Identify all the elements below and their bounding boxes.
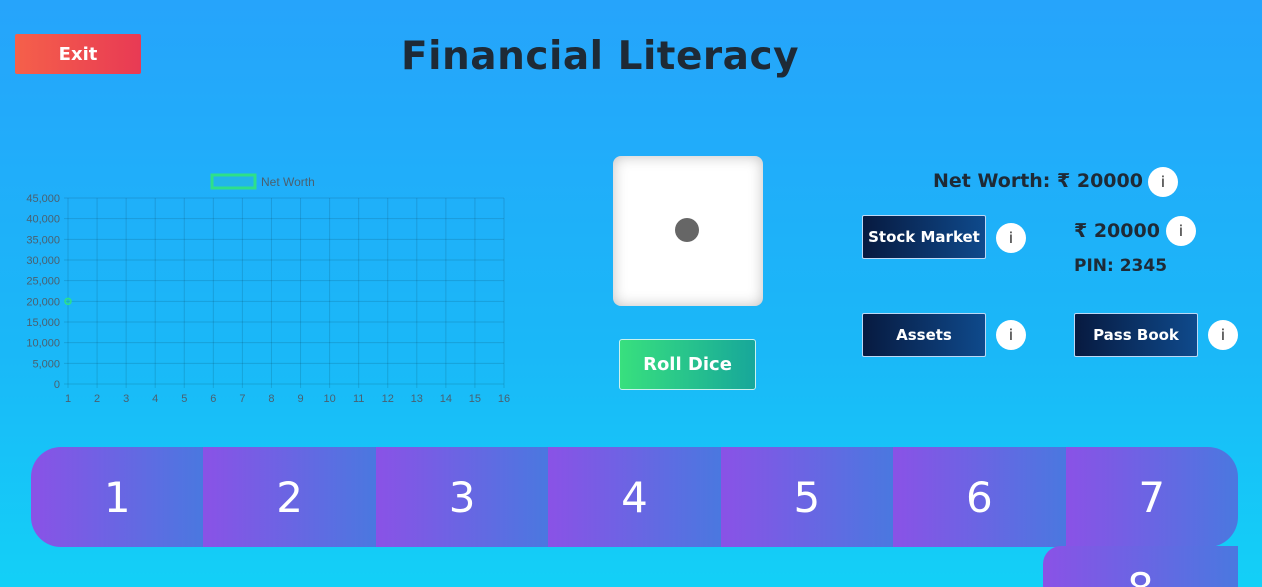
y-tick-label: 0	[54, 379, 60, 391]
y-tick-label: 45,000	[26, 193, 60, 205]
x-tick-label: 4	[152, 393, 158, 405]
dice	[613, 156, 763, 306]
x-tick-label: 8	[268, 393, 274, 405]
dice-pip	[675, 218, 699, 242]
y-tick-label: 10,000	[26, 338, 60, 350]
y-tick-label: 20,000	[26, 296, 60, 308]
pass-book-button[interactable]: Pass Book	[1074, 313, 1198, 357]
board-cell: 4	[548, 447, 721, 547]
board-cell: 2	[203, 447, 376, 547]
y-tick-label: 5,000	[32, 358, 60, 370]
data-point	[64, 297, 72, 306]
y-tick-label: 25,000	[26, 276, 60, 288]
x-tick-label: 7	[239, 393, 245, 405]
stock-balance: ₹ 20000	[1074, 220, 1160, 242]
board-cell: 7	[1065, 447, 1238, 547]
legend-label: Net Worth	[261, 175, 315, 189]
board-cell: 3	[375, 447, 549, 547]
stock-market-button[interactable]: Stock Market	[862, 215, 986, 259]
y-tick-label: 30,000	[26, 255, 60, 267]
x-tick-label: 9	[297, 393, 303, 405]
board-cell: 6	[893, 447, 1066, 547]
pin-value: PIN: 2345	[1074, 256, 1168, 276]
page-title: Financial Literacy	[400, 34, 799, 79]
x-tick-label: 3	[123, 393, 129, 405]
x-tick-label: 16	[498, 393, 510, 405]
legend-swatch	[210, 173, 257, 190]
x-tick-label: 12	[382, 393, 394, 405]
net-worth-chart: 0 5,000 10,000 15,000 20,000 25,000 30,000 35,0…	[26, 173, 510, 405]
pass-book-info-button[interactable]: i	[1208, 320, 1238, 350]
board-cell: 1	[31, 447, 204, 547]
roll-dice-button[interactable]: Roll Dice	[619, 339, 756, 390]
y-tick-label: 15,000	[26, 317, 60, 329]
net-worth-value: Net Worth: ₹ 20000	[933, 170, 1143, 192]
x-tick-label: 11	[353, 393, 364, 405]
x-tick-label: 6	[210, 393, 216, 405]
x-tick-label: 14	[440, 393, 452, 405]
stock-market-info-button[interactable]: i	[996, 223, 1026, 253]
assets-button[interactable]: Assets	[862, 313, 986, 357]
x-tick-label: 13	[411, 393, 423, 405]
stock-balance-info-button[interactable]: i	[1166, 216, 1196, 246]
x-tick-label: 5	[181, 393, 187, 405]
x-tick-label: 15	[469, 393, 481, 405]
x-tick-label: 1	[65, 393, 71, 405]
y-tick-label: 35,000	[26, 234, 60, 246]
board-cell: 5	[720, 447, 894, 547]
board-cell: 8	[1043, 546, 1238, 587]
y-tick-label: 40,000	[26, 214, 60, 226]
x-tick-label: 2	[94, 393, 100, 405]
board-row: 1 2 3 4 5 6 7	[31, 447, 1238, 547]
assets-info-button[interactable]: i	[996, 320, 1026, 350]
net-worth-info-button[interactable]: i	[1148, 167, 1178, 197]
x-tick-label: 10	[323, 393, 335, 405]
